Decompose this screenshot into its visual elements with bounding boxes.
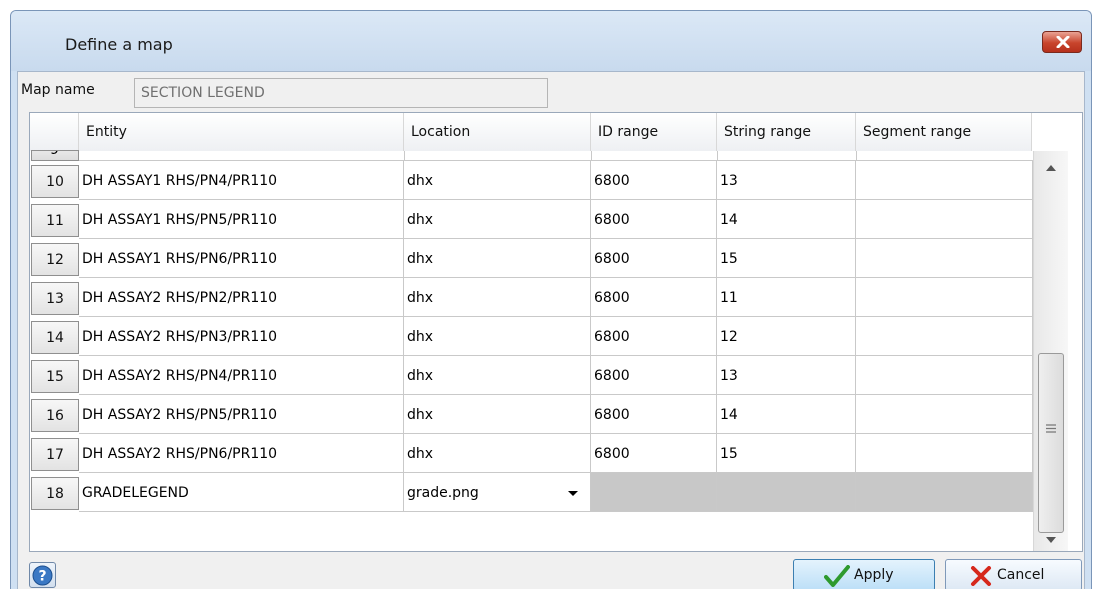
svg-text:?: ?	[38, 569, 46, 585]
row-header-partial[interactable]: 9	[31, 150, 79, 161]
cell-entity[interactable]: DH ASSAY2 RHS/PN2/PR110	[79, 278, 404, 317]
cell-id-range[interactable]: 6800	[591, 239, 717, 278]
column-header-entity[interactable]: Entity	[79, 113, 404, 151]
cell-string-range[interactable]: 13	[717, 356, 856, 395]
cell-id-range[interactable]: 6800	[591, 317, 717, 356]
cell-string-range-disabled	[717, 473, 856, 512]
column-header-segment-range[interactable]: Segment range	[856, 113, 1032, 151]
cell-location[interactable]: dhx	[404, 200, 591, 239]
cell-string-range[interactable]: 14	[717, 200, 856, 239]
scroll-down-arrow-icon[interactable]	[1046, 537, 1056, 543]
apply-label: Apply	[854, 567, 894, 583]
cell-string-range[interactable]: 14	[717, 395, 856, 434]
cell-entity[interactable]: DH ASSAY1 RHS/PN5/PR110	[79, 200, 404, 239]
map-name-label: Map name	[21, 82, 95, 98]
cell-segment-range[interactable]	[856, 356, 1033, 395]
row-header[interactable]: 14	[31, 321, 79, 354]
apply-button[interactable]: Apply	[793, 559, 935, 589]
cell-location[interactable]: dhx	[404, 317, 591, 356]
cell-string-range[interactable]: 12	[717, 317, 856, 356]
cell-location[interactable]: dhx	[404, 356, 591, 395]
row-header[interactable]: 17	[31, 438, 79, 471]
map-name-input[interactable]	[134, 78, 548, 108]
help-button[interactable]: ?	[29, 562, 56, 588]
row-header[interactable]: 13	[31, 282, 79, 315]
cell-segment-range[interactable]	[856, 161, 1033, 200]
cell-location[interactable]: dhx	[404, 395, 591, 434]
cell-entity[interactable]: GRADELEGEND	[79, 473, 404, 512]
cancel-label: Cancel	[997, 567, 1045, 583]
cell-entity[interactable]: DH ASSAY2 RHS/PN4/PR110	[79, 356, 404, 395]
location-dropdown[interactable]: grade.png	[404, 473, 591, 512]
red-x-icon	[971, 566, 991, 586]
cell-string-range[interactable]: 15	[717, 434, 856, 473]
grid-corner-header	[30, 113, 79, 151]
scroll-up-arrow-icon[interactable]	[1046, 165, 1056, 171]
map-name-row: Map name	[18, 72, 1084, 112]
cell-segment-range[interactable]	[856, 200, 1033, 239]
cell-location[interactable]: dhx	[404, 161, 591, 200]
dropdown-arrow-icon[interactable]	[567, 490, 579, 497]
cell-id-range[interactable]: 6800	[591, 356, 717, 395]
row-header[interactable]: 10	[31, 165, 79, 198]
cell-entity[interactable]: DH ASSAY2 RHS/PN3/PR110	[79, 317, 404, 356]
column-header-string-range[interactable]: String range	[717, 113, 856, 151]
title-bar[interactable]: Define a map	[11, 11, 1091, 71]
cell-location[interactable]: dhx	[404, 278, 591, 317]
column-header-location[interactable]: Location	[404, 113, 591, 151]
cell-segment-range[interactable]	[856, 239, 1033, 278]
scroll-grip-icon	[1046, 424, 1056, 433]
row-header[interactable]: 15	[31, 360, 79, 393]
cell-segment-range-disabled	[856, 473, 1033, 512]
cell-entity[interactable]: DH ASSAY1 RHS/PN4/PR110	[79, 161, 404, 200]
cell-entity[interactable]: DH ASSAY2 RHS/PN5/PR110	[79, 395, 404, 434]
row-header[interactable]: 16	[31, 399, 79, 432]
table-row-partial	[79, 151, 1033, 161]
cell-id-range[interactable]: 6800	[591, 434, 717, 473]
cell-id-range-disabled	[591, 473, 717, 512]
cell-segment-range[interactable]	[856, 434, 1033, 473]
cell-location[interactable]: dhx	[404, 239, 591, 278]
cell-string-range[interactable]: 11	[717, 278, 856, 317]
cell-segment-range[interactable]	[856, 278, 1033, 317]
define-map-dialog: Define a map Map name Entity Location ID…	[10, 10, 1092, 589]
cell-location[interactable]: dhx	[404, 434, 591, 473]
cell-string-range[interactable]: 15	[717, 239, 856, 278]
cell-segment-range[interactable]	[856, 317, 1033, 356]
cell-entity[interactable]: DH ASSAY1 RHS/PN6/PR110	[79, 239, 404, 278]
row-header[interactable]: 11	[31, 204, 79, 237]
vertical-scrollbar[interactable]	[1033, 151, 1068, 551]
map-entity-grid: Entity Location ID range String range Se…	[29, 112, 1083, 552]
cancel-button[interactable]: Cancel	[945, 559, 1082, 589]
column-header-id-range[interactable]: ID range	[591, 113, 717, 151]
dialog-body: Map name Entity Location ID range String…	[17, 71, 1085, 589]
row-header[interactable]: 18	[31, 477, 79, 510]
close-x-icon	[1056, 36, 1070, 48]
green-check-icon	[824, 565, 850, 587]
cell-id-range[interactable]: 6800	[591, 161, 717, 200]
cell-entity[interactable]: DH ASSAY2 RHS/PN6/PR110	[79, 434, 404, 473]
cell-id-range[interactable]: 6800	[591, 200, 717, 239]
cell-string-range[interactable]: 13	[717, 161, 856, 200]
help-question-icon: ?	[32, 565, 53, 586]
row-header[interactable]: 12	[31, 243, 79, 276]
cell-id-range[interactable]: 6800	[591, 278, 717, 317]
cell-id-range[interactable]: 6800	[591, 395, 717, 434]
scroll-thumb[interactable]	[1038, 353, 1064, 533]
close-button[interactable]	[1042, 31, 1082, 53]
cell-segment-range[interactable]	[856, 395, 1033, 434]
dialog-title: Define a map	[65, 35, 173, 54]
